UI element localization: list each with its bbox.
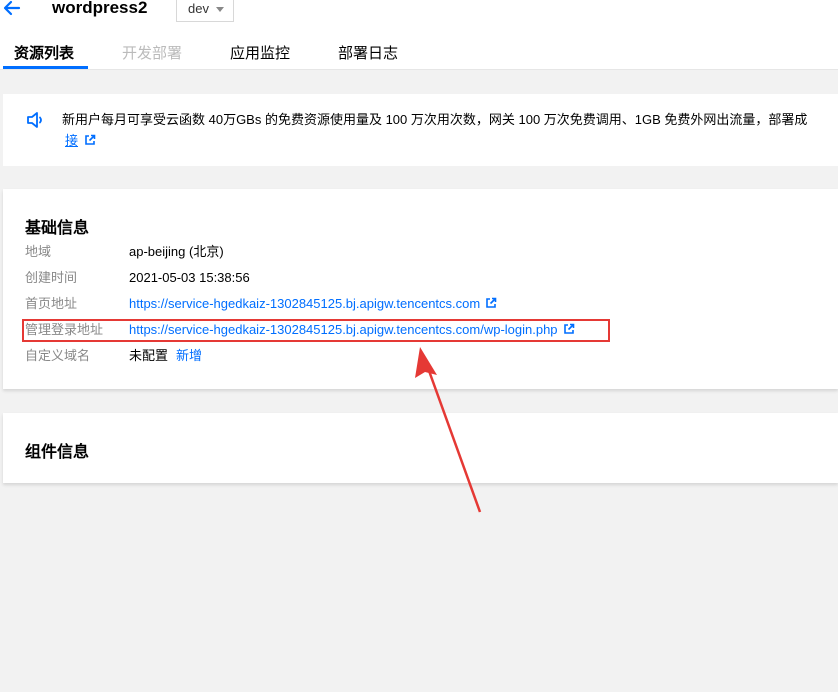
annotation-arrow: [415, 347, 482, 513]
